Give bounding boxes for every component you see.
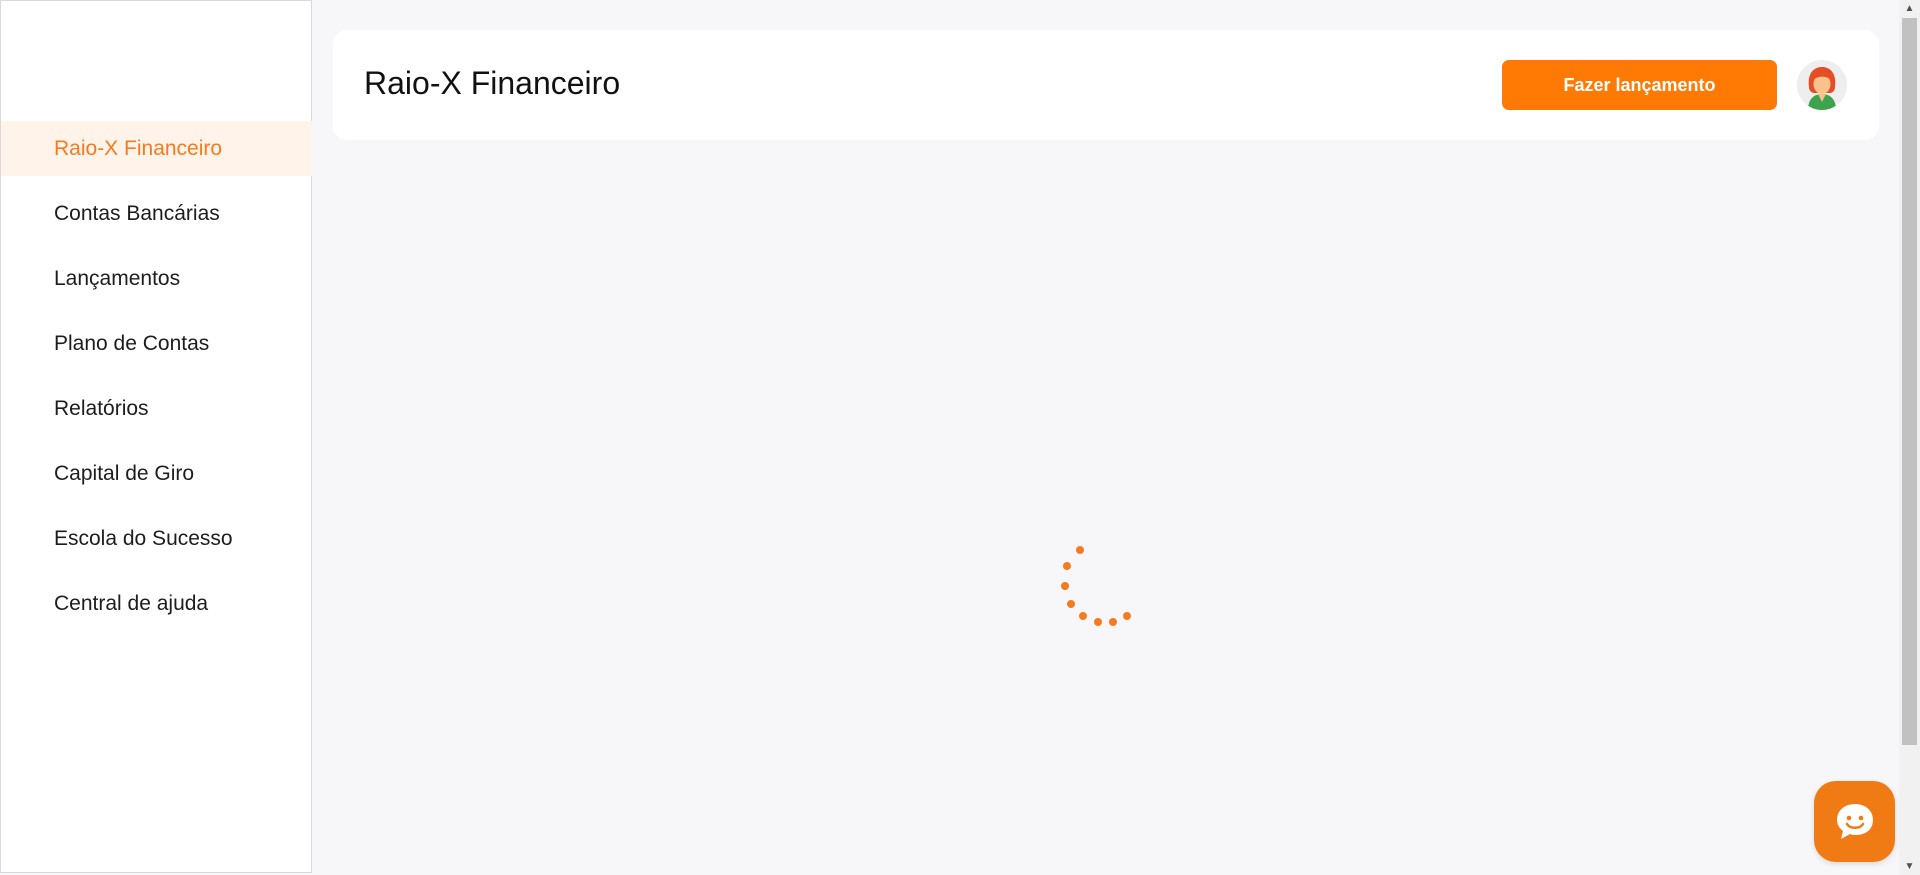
user-avatar-icon[interactable] xyxy=(1797,60,1847,110)
sidebar-item-label: Raio-X Financeiro xyxy=(54,136,223,160)
sidebar-item-plano-de-contas[interactable]: Plano de Contas xyxy=(1,316,312,371)
sidebar: Raio-X Financeiro Contas Bancárias Lança… xyxy=(0,0,312,873)
sidebar-item-label: Central de ajuda xyxy=(54,591,209,615)
page-header: Raio-X Financeiro Fazer lançamento xyxy=(333,30,1879,140)
sidebar-item-label: Lançamentos xyxy=(54,266,181,290)
app-root: Raio-X Financeiro Contas Bancárias Lança… xyxy=(0,0,1920,875)
sidebar-item-lancamentos[interactable]: Lançamentos xyxy=(1,251,312,306)
sidebar-item-label: Plano de Contas xyxy=(54,331,210,355)
sidebar-item-escola-do-sucesso[interactable]: Escola do Sucesso xyxy=(1,511,312,566)
sidebar-item-label: Escola do Sucesso xyxy=(54,526,233,550)
new-entry-button[interactable]: Fazer lançamento xyxy=(1502,60,1777,110)
sidebar-item-capital-de-giro[interactable]: Capital de Giro xyxy=(1,446,312,501)
sidebar-item-contas-bancarias[interactable]: Contas Bancárias xyxy=(1,186,312,241)
scroll-up-arrow-icon[interactable]: ▲ xyxy=(1899,0,1920,17)
sidebar-item-raio-x-financeiro[interactable]: Raio-X Financeiro xyxy=(1,121,312,176)
page-title: Raio-X Financeiro xyxy=(364,65,621,101)
spinner-dots xyxy=(1061,546,1131,626)
loading-spinner-icon xyxy=(1053,540,1133,630)
avatar-illustration xyxy=(1797,60,1847,110)
scroll-down-arrow-icon[interactable]: ▼ xyxy=(1899,858,1920,875)
main-content: Raio-X Financeiro Fazer lançamento xyxy=(313,0,1899,875)
sidebar-item-label: Capital de Giro xyxy=(54,461,195,485)
sidebar-item-label: Relatórios xyxy=(54,396,149,420)
vertical-scrollbar[interactable]: ▲ ▼ xyxy=(1899,0,1920,875)
sidebar-item-label: Contas Bancárias xyxy=(54,201,220,225)
sidebar-nav: Raio-X Financeiro Contas Bancárias Lança… xyxy=(1,121,312,641)
chat-button[interactable] xyxy=(1814,781,1895,862)
sidebar-item-relatorios[interactable]: Relatórios xyxy=(1,381,312,436)
scrollbar-thumb[interactable] xyxy=(1902,18,1917,745)
chat-bubble-icon xyxy=(1836,803,1873,839)
sidebar-item-central-de-ajuda[interactable]: Central de ajuda xyxy=(1,576,312,631)
